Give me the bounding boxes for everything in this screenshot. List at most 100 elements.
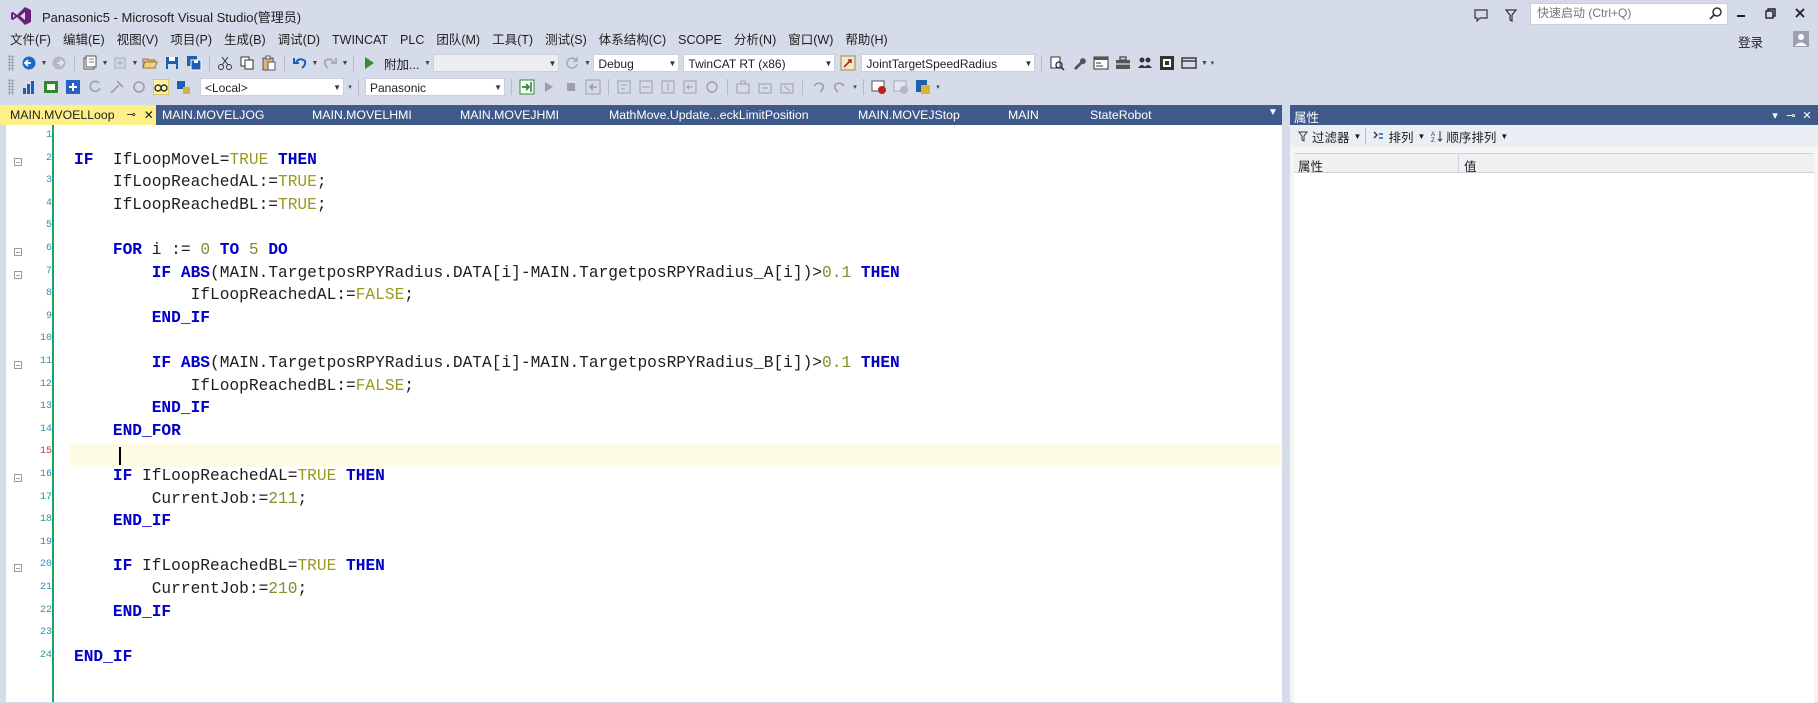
tab-main-movejstop[interactable]: MAIN.MOVEJStop — [848, 105, 998, 125]
property-grid[interactable]: 属性 值 — [1294, 153, 1814, 703]
fold-toggle-icon[interactable]: − — [14, 270, 22, 279]
menu-file[interactable]: 文件(F) — [0, 30, 57, 50]
column-divider[interactable] — [1458, 154, 1459, 172]
menu-help[interactable]: 帮助(H) — [839, 30, 893, 50]
window-layout-icon[interactable] — [1179, 53, 1199, 73]
add-item-icon[interactable] — [110, 53, 130, 73]
save-icon[interactable] — [162, 53, 182, 73]
filter-button[interactable]: 过滤器 ▼ — [1298, 127, 1361, 146]
menu-architecture[interactable]: 体系结构(C) — [593, 30, 672, 50]
notification-filter-icon[interactable] — [1500, 4, 1522, 26]
code-line[interactable]: CurrentJob:=211; — [74, 490, 307, 508]
refresh-icon[interactable] — [562, 53, 582, 73]
tab-main-movelhmi[interactable]: MAIN.MOVELHMI — [302, 105, 450, 125]
toggle-free-run-icon[interactable] — [151, 77, 171, 97]
code-line[interactable]: IF ABS(MAIN.TargetposRPYRadius.DATA[i]-M… — [74, 264, 900, 282]
redo-icon[interactable] — [320, 53, 340, 73]
target-system-combo[interactable]: <Local> ▼ — [200, 78, 344, 96]
panel-options-icon[interactable]: ▾ — [1768, 108, 1782, 122]
scan-icon[interactable] — [129, 77, 149, 97]
twincat-target-icon[interactable] — [838, 53, 858, 73]
watch-list-icon[interactable] — [913, 77, 933, 97]
reset-icon[interactable] — [702, 77, 722, 97]
chevron-down-icon[interactable]: ▼ — [131, 53, 139, 73]
fold-toggle-icon[interactable]: − — [14, 248, 22, 257]
toolbar-options-icon[interactable]: ▾ — [1208, 53, 1216, 73]
fold-toggle-icon[interactable]: − — [14, 157, 22, 166]
fold-toggle-icon[interactable]: − — [14, 564, 22, 573]
column-header-property[interactable]: 属性 — [1298, 156, 1323, 175]
chevron-down-icon[interactable]: ▼ — [40, 53, 48, 73]
chevron-down-icon[interactable]: ▼ — [311, 53, 319, 73]
code-line[interactable]: IF ABS(MAIN.TargetposRPYRadius.DATA[i]-M… — [74, 354, 900, 372]
menu-debug[interactable]: 调试(D) — [272, 30, 326, 50]
redo-changes-icon[interactable] — [830, 77, 850, 97]
menu-analyze[interactable]: 分析(N) — [728, 30, 782, 50]
toolbar-options-icon[interactable]: ▾ — [851, 77, 859, 97]
menu-test[interactable]: 测试(S) — [539, 30, 593, 50]
undo-icon[interactable] — [290, 53, 310, 73]
step-over-icon[interactable] — [636, 77, 656, 97]
find-in-files-icon[interactable] — [1047, 53, 1067, 73]
categorized-sort-button[interactable]: 排列 ▼ — [1372, 127, 1425, 146]
tab-overflow-dropdown-icon[interactable]: ▼ — [1268, 107, 1278, 118]
code-editor[interactable]: 1 2−3 4 5 6−7−8 9 10 11−12 13 14 15 16−17 18 19 20−21 2… — [6, 125, 1282, 702]
menu-scope[interactable]: SCOPE — [672, 30, 728, 50]
toolbox-icon[interactable] — [1113, 53, 1133, 73]
tab-mathmove-update[interactable]: MathMove.Update...eckLimitPosition — [599, 105, 848, 125]
menu-window[interactable]: 窗口(W) — [782, 30, 839, 50]
force-values-icon[interactable] — [755, 77, 775, 97]
menu-team[interactable]: 团队(M) — [430, 30, 486, 50]
chevron-down-icon[interactable]: ▼ — [423, 53, 431, 73]
restart-config-icon[interactable] — [85, 77, 105, 97]
target-function-combo[interactable]: JointTargetSpeedRadius ▼ — [861, 54, 1036, 72]
code-line[interactable]: END_IF — [74, 399, 210, 417]
cut-icon[interactable] — [215, 53, 235, 73]
panel-splitter[interactable] — [1282, 105, 1290, 702]
new-project-icon[interactable] — [80, 53, 100, 73]
tab-staterobot[interactable]: StateRobot — [1080, 105, 1184, 125]
chevron-down-icon[interactable]: ▼ — [1200, 53, 1208, 73]
logout-plc-icon[interactable] — [583, 77, 603, 97]
undo-changes-icon[interactable] — [808, 77, 828, 97]
login-plc-icon[interactable] — [517, 77, 537, 97]
tab-main[interactable]: MAIN — [998, 105, 1080, 125]
step-into-icon[interactable] — [614, 77, 634, 97]
code-line[interactable]: IF IfLoopReachedAL=TRUE THEN — [74, 467, 385, 485]
start-plc-icon[interactable] — [539, 77, 559, 97]
step-back-icon[interactable] — [680, 77, 700, 97]
navigate-forward-icon[interactable] — [49, 53, 69, 73]
plc-project-combo[interactable]: Panasonic ▼ — [365, 78, 505, 96]
build-chart-icon[interactable] — [19, 77, 39, 97]
open-file-icon[interactable] — [140, 53, 160, 73]
solution-configuration-combo[interactable]: Debug ▼ — [593, 54, 680, 72]
code-line[interactable]: CurrentJob:=210; — [74, 580, 307, 598]
paste-icon[interactable] — [259, 53, 279, 73]
pin-icon[interactable]: ⊸ — [127, 105, 136, 125]
pin-icon[interactable]: ⊸ — [1784, 108, 1798, 122]
tab-main-mvoelloop[interactable]: MAIN.MVOELLoop ⊸ ✕ — [0, 105, 156, 125]
code-line[interactable]: FOR i := 0 TO 5 DO — [74, 241, 288, 259]
chevron-down-icon[interactable]: ▼ — [101, 53, 109, 73]
code-line[interactable]: IfLoopReachedBL:=TRUE; — [74, 196, 327, 214]
code-line[interactable]: IF IfLoopMoveL=TRUE THEN — [74, 151, 317, 169]
step-out-icon[interactable] — [658, 77, 678, 97]
code-line[interactable]: END_IF — [74, 512, 171, 530]
toolbar-grip[interactable] — [8, 55, 14, 71]
solution-platform-combo[interactable]: TwinCAT RT (x86) ▼ — [683, 54, 836, 72]
code-line[interactable]: END_IF — [74, 603, 171, 621]
toolbar-options-icon[interactable]: ▾ — [934, 77, 942, 97]
menu-view[interactable]: 视图(V) — [111, 30, 165, 50]
save-all-icon[interactable] — [184, 53, 204, 73]
restore-button[interactable] — [1753, 0, 1787, 26]
extensions-icon[interactable] — [1157, 53, 1177, 73]
code-line[interactable]: IF IfLoopReachedBL=TRUE THEN — [74, 557, 385, 575]
quick-launch-input[interactable] — [1531, 4, 1703, 22]
code-line[interactable]: IfLoopReachedBL:=FALSE; — [74, 377, 414, 395]
toolbar-grip[interactable] — [8, 79, 14, 95]
sign-in-link[interactable]: 登录 — [1738, 32, 1763, 51]
toolbar-options-icon[interactable]: ▾ — [346, 77, 354, 97]
menu-tools[interactable]: 工具(T) — [486, 30, 539, 50]
show-online-data-icon[interactable] — [173, 77, 193, 97]
fold-toggle-icon[interactable]: − — [14, 474, 22, 483]
